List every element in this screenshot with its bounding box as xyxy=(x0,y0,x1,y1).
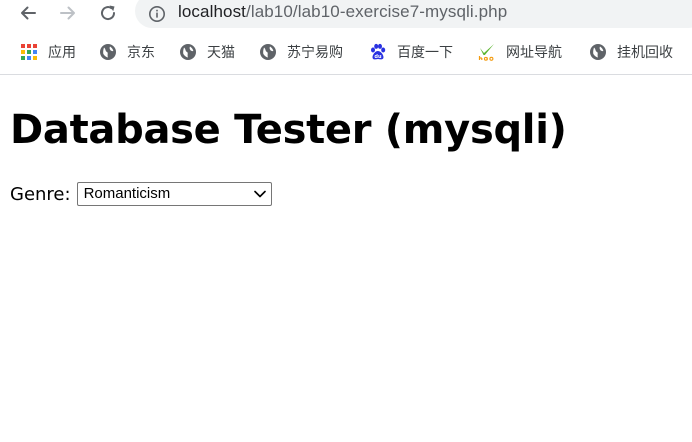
navigation-row: localhost/lab10/lab10-exercise7-mysqli.p… xyxy=(0,0,692,28)
hao-icon xyxy=(478,44,496,61)
bookmark-label: 应用 xyxy=(48,44,76,60)
bookmark-label: 挂机回收 xyxy=(617,44,673,60)
page-content: Database Tester (mysqli) Genre: Romantic… xyxy=(10,104,567,206)
arrow-right-icon xyxy=(60,6,75,20)
bookmark-label: 苏宁易购 xyxy=(287,44,343,60)
bookmark-label: 百度一下 xyxy=(397,44,453,60)
back-button[interactable] xyxy=(14,0,42,26)
page-title: Database Tester (mysqli) xyxy=(10,107,567,153)
forward-button[interactable] xyxy=(54,0,82,26)
apps-grid-icon xyxy=(21,44,37,60)
reload-button[interactable] xyxy=(94,0,122,26)
url-host: localhost xyxy=(178,2,246,21)
bookmark-label: 京东 xyxy=(127,44,155,60)
genre-select[interactable]: Romanticism xyxy=(76,182,272,206)
globe-icon xyxy=(590,44,606,60)
reload-icon xyxy=(101,5,116,21)
bookmark-label: 网址导航 xyxy=(506,44,562,60)
baidu-paw-icon: du xyxy=(371,43,386,60)
genre-selected-value: Romanticism xyxy=(83,185,171,202)
browser-toolbar: localhost/lab10/lab10-exercise7-mysqli.p… xyxy=(0,0,692,75)
bookmark-guaji[interactable]: 挂机回收 xyxy=(589,38,673,66)
bookmarks-bar: 应用 京东 天猫 苏宁易购 du 百度一下 网址导航 挂机回收 xyxy=(0,38,692,66)
address-bar[interactable]: localhost/lab10/lab10-exercise7-mysqli.p… xyxy=(135,0,692,28)
chevron-down-icon xyxy=(253,190,266,198)
info-icon[interactable] xyxy=(148,5,166,23)
url-path: /lab10/lab10-exercise7-mysqli.php xyxy=(246,2,508,21)
globe-icon xyxy=(180,44,196,60)
bookmark-label: 天猫 xyxy=(207,44,235,60)
bookmark-tmall[interactable]: 天猫 xyxy=(179,38,235,66)
genre-label: Genre: xyxy=(10,183,71,205)
bookmark-baidu[interactable]: du 百度一下 xyxy=(369,38,453,66)
svg-text:du: du xyxy=(374,54,382,60)
bookmark-suning[interactable]: 苏宁易购 xyxy=(259,38,343,66)
bookmark-hao[interactable]: 网址导航 xyxy=(478,38,562,66)
bookmark-apps[interactable]: 应用 xyxy=(20,38,76,66)
genre-row: Genre: Romanticism xyxy=(10,182,272,206)
globe-icon xyxy=(100,44,116,60)
arrow-left-icon xyxy=(21,6,36,20)
globe-icon xyxy=(260,44,276,60)
url-text[interactable]: localhost/lab10/lab10-exercise7-mysqli.p… xyxy=(178,2,507,22)
bookmark-jd[interactable]: 京东 xyxy=(99,38,155,66)
